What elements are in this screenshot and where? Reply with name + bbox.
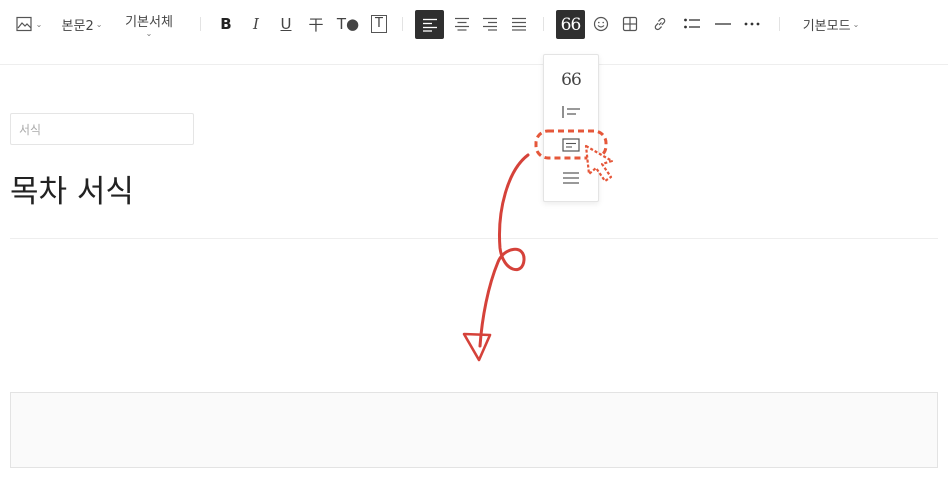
emoji-button[interactable] xyxy=(590,11,612,37)
align-justify-icon xyxy=(512,17,526,31)
chevron-down-icon: ⌄ xyxy=(35,19,43,29)
page-title[interactable]: 목차 서식 xyxy=(10,166,134,211)
list-icon xyxy=(684,18,700,29)
table-icon xyxy=(622,16,638,32)
font-family-dropdown[interactable]: 기본서체 ⌄ xyxy=(118,11,180,38)
align-right-icon xyxy=(483,17,497,31)
chevron-down-icon: ⌄ xyxy=(95,19,103,29)
align-right-button[interactable] xyxy=(478,11,502,37)
line-quote-icon xyxy=(562,106,580,118)
chevron-down-icon: ⌄ xyxy=(852,19,860,29)
mode-dropdown[interactable]: 기본모드 ⌄ xyxy=(795,11,867,37)
text-color-button[interactable]: T● xyxy=(334,11,362,37)
align-justify-button[interactable] xyxy=(507,11,531,37)
align-center-button[interactable] xyxy=(450,11,474,37)
font-family-label: 기본서체 xyxy=(125,14,173,30)
image-icon xyxy=(16,16,32,32)
quote-style-option-1[interactable]: 66 xyxy=(544,65,598,95)
quote-style-option-2[interactable] xyxy=(544,97,598,127)
strikethrough-button[interactable]: 干 xyxy=(304,11,328,37)
chevron-down-icon: ⌄ xyxy=(145,28,153,38)
link-icon xyxy=(654,17,666,31)
align-left-icon xyxy=(422,18,437,32)
toolbar-separator xyxy=(200,17,201,31)
editor-toolbar: ⌄ 본문2 ⌄ 기본서체 ⌄ B I U 干 T● T 66 기본모드 ⌄ xyxy=(0,0,948,48)
insert-image-button[interactable]: ⌄ xyxy=(12,11,46,37)
toolbar-separator xyxy=(543,17,544,31)
quote-block[interactable] xyxy=(10,392,938,468)
quote-style-option-3[interactable] xyxy=(544,130,598,160)
list-button[interactable] xyxy=(680,11,704,37)
quote-icon: 66 xyxy=(561,70,582,90)
link-button[interactable] xyxy=(649,11,671,37)
more-button[interactable] xyxy=(740,11,764,37)
bold-button[interactable]: B xyxy=(214,11,238,37)
divider-icon xyxy=(715,23,731,25)
strikethrough-icon: 干 xyxy=(308,15,324,34)
quote-icon: 66 xyxy=(560,14,582,35)
underline-icon: U xyxy=(280,15,292,33)
italic-button[interactable]: I xyxy=(244,11,268,37)
table-button[interactable] xyxy=(619,11,641,37)
paragraph-style-label: 본문2 xyxy=(61,18,94,34)
text-background-icon: T xyxy=(371,15,387,33)
toolbar-separator xyxy=(402,17,403,31)
mode-label: 기본모드 xyxy=(802,18,851,34)
paragraph-style-dropdown[interactable]: 본문2 ⌄ xyxy=(58,11,106,37)
bold-icon: B xyxy=(220,15,232,33)
divider-button[interactable] xyxy=(711,11,735,37)
toolbar-divider xyxy=(0,64,948,65)
text-color-icon: T● xyxy=(336,15,360,33)
toolbar-separator xyxy=(779,17,780,31)
style-select[interactable]: 서식 xyxy=(10,113,194,145)
text-background-button[interactable]: T xyxy=(368,11,390,37)
plain-quote-icon xyxy=(563,172,579,184)
style-select-value: 서식 xyxy=(19,122,42,137)
quote-button[interactable]: 66 xyxy=(556,10,585,39)
title-divider xyxy=(10,238,938,239)
arrow-icon xyxy=(462,153,530,362)
underline-button[interactable]: U xyxy=(274,11,298,37)
align-center-icon xyxy=(455,17,469,31)
quote-style-option-4[interactable] xyxy=(544,163,598,193)
box-quote-icon xyxy=(562,138,580,152)
italic-icon: I xyxy=(253,15,259,33)
quote-style-dropdown: 66 xyxy=(543,54,599,202)
more-icon xyxy=(744,22,760,26)
align-left-button[interactable] xyxy=(415,10,444,39)
emoji-icon xyxy=(593,16,609,32)
